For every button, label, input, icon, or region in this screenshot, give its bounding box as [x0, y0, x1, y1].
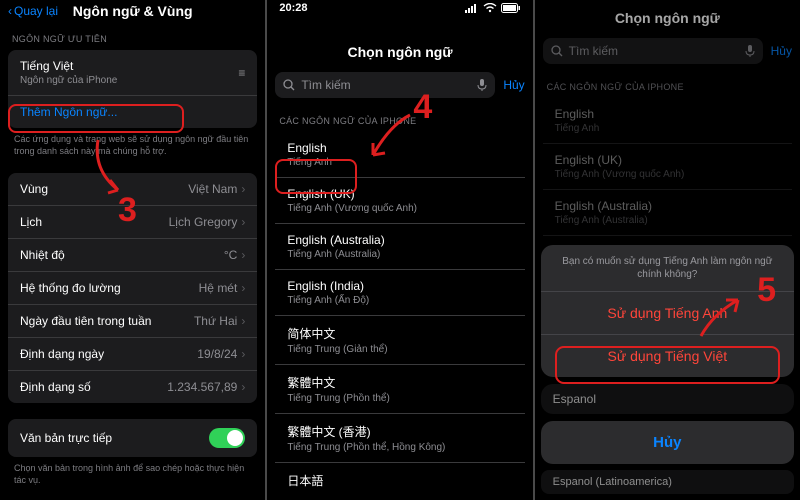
use-english-button[interactable]: Sử dụng Tiếng Anh — [541, 292, 794, 335]
search-cancel[interactable]: Hủy — [503, 78, 524, 92]
list-item[interactable]: 简体中文 Tiếng Trung (Giản thể) — [275, 316, 524, 365]
live-text-toggle[interactable] — [209, 428, 245, 448]
temperature-value: °C — [224, 248, 237, 262]
primary-language-row[interactable]: Tiếng Việt Ngôn ngữ của iPhone ≡ — [8, 50, 257, 96]
page-title: Chọn ngôn ngữ — [267, 38, 532, 66]
list-item[interactable]: English (UK) Tiếng Anh (Vương quốc Anh) — [275, 178, 524, 224]
chevron-right-icon: › — [241, 215, 245, 229]
priority-footer: Các ứng dụng và trang web sẽ sử dụng ngô… — [0, 128, 265, 163]
nav-header: ‹ Quay lại Ngôn ngữ & Vùng — [0, 0, 265, 22]
temperature-label: Nhiệt độ — [20, 248, 65, 262]
first-day-row[interactable]: Ngày đầu tiên trong tuần Thứ Hai › — [8, 305, 257, 338]
lang-name: 繁體中文 (香港) — [287, 423, 370, 440]
sheet-message: Bạn có muốn sử dụng Tiếng Anh làm ngôn n… — [541, 245, 794, 292]
section-header-priority: NGÔN NGỮ ƯU TIÊN — [0, 22, 265, 50]
date-format-label: Định dạng ngày — [20, 347, 104, 361]
number-format-value: 1.234.567,89 — [167, 380, 237, 394]
first-day-value: Thứ Hai — [194, 314, 237, 328]
section-header-iphone-langs: CÁC NGÔN NGỮ CỦA IPHONE — [267, 104, 532, 132]
live-text-group: Văn bản trực tiếp — [8, 419, 257, 457]
calendar-label: Lịch — [20, 215, 42, 229]
list-item: Espanol — [541, 384, 794, 414]
lang-name: 日本語 — [287, 472, 323, 489]
measurement-value: Hệ mét — [199, 281, 238, 295]
lang-name: 简体中文 — [287, 325, 335, 342]
chevron-right-icon: › — [241, 314, 245, 328]
region-row[interactable]: Vùng Việt Nam › — [8, 173, 257, 206]
lang-name: Espanol — [553, 392, 596, 406]
search-input[interactable]: Tìm kiếm — [275, 72, 495, 98]
status-time: 20:28 — [279, 2, 307, 14]
action-sheet: Bạn có muốn sử dụng Tiếng Anh làm ngôn n… — [541, 245, 794, 494]
list-item[interactable]: 繁體中文 Tiếng Trung (Phồn thể) — [275, 365, 524, 414]
date-format-value: 19/8/24 — [197, 347, 237, 361]
lang-sub: Tiếng Trung (Phồn thể) — [287, 393, 389, 404]
lang-name: 繁體中文 — [287, 374, 335, 391]
number-format-row[interactable]: Định dạng số 1.234.567,89 › — [8, 371, 257, 403]
lang-name: English — [287, 141, 326, 155]
live-text-footer: Chọn văn bản trong hình ảnh để sao chép … — [0, 457, 265, 492]
region-value: Việt Nam — [188, 182, 237, 196]
lang-name: English (UK) — [287, 187, 354, 201]
lang-sub: Tiếng Anh (Vương quốc Anh) — [287, 203, 417, 214]
priority-language-group: Tiếng Việt Ngôn ngữ của iPhone ≡ Thêm Ng… — [8, 50, 257, 128]
battery-icon — [501, 3, 521, 13]
lang-name: English (Australia) — [287, 233, 384, 247]
number-format-label: Định dạng số — [20, 380, 91, 394]
status-icons — [465, 3, 521, 13]
lang-name: Espanol (Latinoamerica) — [553, 476, 672, 488]
status-bar: 20:28 — [267, 0, 532, 16]
mic-icon[interactable] — [477, 78, 487, 92]
lang-name: English (India) — [287, 279, 364, 293]
list-item[interactable]: English Tiếng Anh — [275, 132, 524, 178]
language-list: English Tiếng Anh English (UK) Tiếng Anh… — [275, 132, 524, 500]
add-language-row[interactable]: Thêm Ngôn ngữ... — [8, 96, 257, 128]
chevron-right-icon: › — [241, 281, 245, 295]
measurement-row[interactable]: Hệ thống đo lường Hệ mét› — [8, 272, 257, 305]
add-language-label: Thêm Ngôn ngữ... — [20, 105, 117, 119]
chevron-right-icon: › — [241, 248, 245, 262]
signal-icon — [465, 3, 479, 13]
reorder-icon[interactable]: ≡ — [238, 66, 245, 80]
lang-sub: Tiếng Trung (Phồn thể, Hồng Kông) — [287, 442, 445, 453]
chevron-right-icon: › — [241, 380, 245, 394]
primary-language-name: Tiếng Việt — [20, 59, 117, 73]
screen-confirm-language: Chọn ngôn ngữ Tìm kiếm Hủy CÁC NGÔN NGỮ … — [535, 0, 800, 500]
region-label: Vùng — [20, 182, 48, 196]
screen-language-and-region: ‹ Quay lại Ngôn ngữ & Vùng NGÔN NGỮ ƯU T… — [0, 0, 265, 500]
list-item[interactable]: English (Australia) Tiếng Anh (Australia… — [275, 224, 524, 270]
page-title: Ngôn ngữ & Vùng — [0, 3, 265, 19]
search-bar: Tìm kiếm Hủy — [267, 66, 532, 104]
list-item: Espanol (Latinoamerica) — [541, 470, 794, 494]
calendar-row[interactable]: Lịch Lịch Gregory› — [8, 206, 257, 239]
first-day-label: Ngày đầu tiên trong tuần — [20, 314, 151, 328]
primary-language-sub: Ngôn ngữ của iPhone — [20, 75, 117, 86]
sheet-cancel-button[interactable]: Hủy — [541, 421, 794, 464]
lang-sub: Tiếng Anh (Australia) — [287, 249, 380, 260]
calendar-value: Lịch Gregory — [169, 215, 238, 229]
search-placeholder: Tìm kiếm — [301, 78, 350, 92]
lang-sub: Tiếng Anh (Ấn Độ) — [287, 295, 369, 306]
lang-sub: Tiếng Anh — [287, 157, 332, 168]
chevron-right-icon: › — [241, 182, 245, 196]
live-text-row[interactable]: Văn bản trực tiếp — [8, 419, 257, 457]
region-settings-group: Vùng Việt Nam› Lịch Lịch Gregory› Nhiệt … — [8, 173, 257, 403]
date-format-row[interactable]: Định dạng ngày 19/8/24 › — [8, 338, 257, 371]
measurement-label: Hệ thống đo lường — [20, 281, 121, 295]
list-item[interactable]: English (India) Tiếng Anh (Ấn Độ) — [275, 270, 524, 316]
list-item[interactable]: 日本語 — [275, 463, 524, 500]
use-vietnamese-button[interactable]: Sử dụng Tiếng Việt — [541, 335, 794, 377]
temperature-row[interactable]: Nhiệt độ °C › — [8, 239, 257, 272]
wifi-icon — [483, 3, 497, 13]
list-item[interactable]: 繁體中文 (香港) Tiếng Trung (Phồn thể, Hồng Kô… — [275, 414, 524, 463]
lang-sub: Tiếng Trung (Giản thể) — [287, 344, 387, 355]
live-text-label: Văn bản trực tiếp — [20, 431, 112, 445]
screen-choose-language: 20:28 Chọn ngôn ngữ Tìm kiếm Hủy CÁC NG — [267, 0, 532, 500]
search-icon — [283, 79, 295, 91]
chevron-right-icon: › — [241, 347, 245, 361]
